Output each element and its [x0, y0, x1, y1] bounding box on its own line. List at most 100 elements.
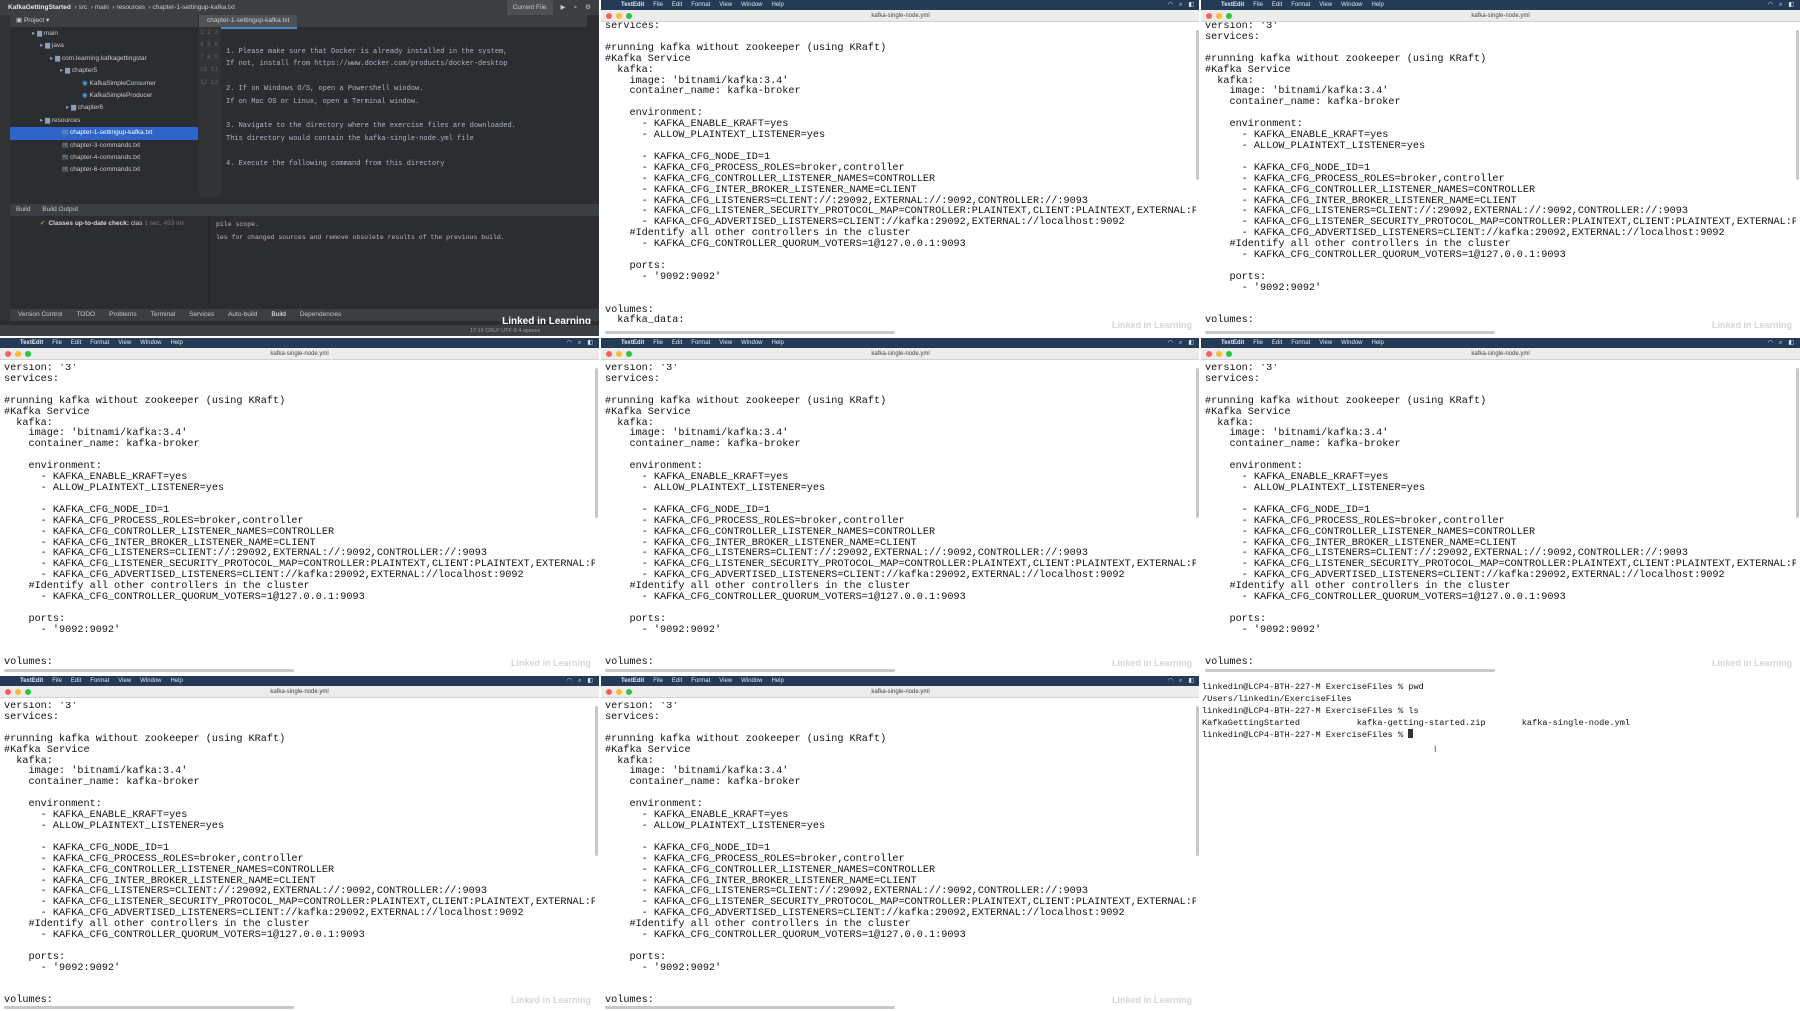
close-icon[interactable]	[1206, 351, 1212, 357]
wifi-icon[interactable]: ◠	[1168, 676, 1173, 686]
menu-file[interactable]: File	[653, 676, 663, 686]
minimize-icon[interactable]	[15, 689, 21, 695]
menu-window[interactable]: Window	[741, 676, 762, 686]
tree-item[interactable]: ▸ ▆ resources	[10, 115, 198, 127]
minimize-icon[interactable]	[616, 689, 622, 695]
tree-item[interactable]: ▤ chapter-3-commands.txt	[10, 140, 198, 152]
project-label[interactable]: Project	[24, 17, 44, 24]
zoom-icon[interactable]	[25, 351, 31, 357]
tree-item[interactable]: ▸ ▆ java	[10, 40, 198, 52]
app-menu[interactable]: TextEdit	[1221, 0, 1244, 10]
menu-help[interactable]: Help	[1372, 0, 1384, 10]
menu-edit[interactable]: Edit	[672, 676, 682, 686]
menu-help[interactable]: Help	[171, 338, 183, 348]
horizontal-scrollbar[interactable]	[1205, 331, 1495, 334]
menu-help[interactable]: Help	[772, 676, 784, 686]
app-menu[interactable]: TextEdit	[621, 338, 644, 348]
menu-edit[interactable]: Edit	[672, 0, 682, 10]
close-icon[interactable]	[606, 689, 612, 695]
close-icon[interactable]	[1206, 13, 1212, 19]
close-icon[interactable]	[5, 351, 11, 357]
bottom-tab-services[interactable]: Services	[189, 309, 214, 321]
menu-help[interactable]: Help	[1372, 338, 1384, 348]
control-center-icon[interactable]: ◧	[1788, 338, 1794, 348]
menu-view[interactable]: View	[719, 0, 732, 10]
control-center-icon[interactable]: ◧	[1188, 0, 1194, 10]
breadcrumb-file[interactable]: chapter-1-settingup-kafka.txt	[153, 4, 235, 11]
gear-icon[interactable]: ⚙	[585, 0, 591, 15]
document-text[interactable]: version: '3' services: #running kafka wi…	[1205, 22, 1796, 328]
document-text[interactable]: services: #running kafka without zookeep…	[605, 22, 1196, 328]
wifi-icon[interactable]: ◠	[567, 676, 572, 686]
document-text[interactable]: version: '3' services: #running kafka wi…	[4, 364, 595, 666]
breadcrumb-main[interactable]: main	[95, 4, 109, 11]
control-center-icon[interactable]: ◧	[1788, 0, 1794, 10]
menu-view[interactable]: View	[118, 338, 131, 348]
wifi-icon[interactable]: ◠	[1168, 0, 1173, 10]
tree-item[interactable]: ◉ KafkaSimpleProducer	[10, 90, 198, 102]
build-tab[interactable]: Build	[16, 206, 30, 213]
search-icon[interactable]: ⌕	[1779, 338, 1782, 348]
menu-help[interactable]: Help	[772, 0, 784, 10]
tree-item[interactable]: ▤ chapter-4-commands.txt	[10, 152, 198, 164]
menu-edit[interactable]: Edit	[71, 676, 81, 686]
wifi-icon[interactable]: ◠	[1768, 0, 1773, 10]
vertical-scrollbar[interactable]	[1796, 30, 1799, 180]
document-text[interactable]: version: '3' services: #running kafka wi…	[605, 702, 1196, 1003]
zoom-icon[interactable]	[1226, 351, 1232, 357]
tree-item[interactable]: ▸ ▆ chapter6	[10, 102, 198, 114]
menu-help[interactable]: Help	[772, 338, 784, 348]
menu-format[interactable]: Format	[1291, 338, 1310, 348]
tree-item[interactable]: ▸ ▆ main	[10, 28, 198, 40]
wifi-icon[interactable]: ◠	[567, 338, 572, 348]
menu-edit[interactable]: Edit	[71, 338, 81, 348]
close-icon[interactable]	[606, 351, 612, 357]
editor-text[interactable]: 1. Please make sure that Docker is alrea…	[226, 46, 583, 196]
menu-view[interactable]: View	[118, 676, 131, 686]
bottom-tab-build[interactable]: Build	[271, 309, 285, 321]
tree-item[interactable]: ◉ KafkaSimpleConsumer	[10, 78, 198, 90]
menu-view[interactable]: View	[1319, 0, 1332, 10]
zoom-icon[interactable]	[1226, 13, 1232, 19]
document-text[interactable]: version: '3' services: #running kafka wi…	[1205, 364, 1796, 666]
menu-window[interactable]: Window	[741, 0, 762, 10]
bottom-tab-dependencies[interactable]: Dependencies	[300, 309, 342, 321]
menu-view[interactable]: View	[719, 676, 732, 686]
menu-edit[interactable]: Edit	[1272, 0, 1282, 10]
menu-format[interactable]: Format	[691, 676, 710, 686]
control-center-icon[interactable]: ◧	[587, 676, 593, 686]
breadcrumb-resources[interactable]: resources	[116, 4, 145, 11]
search-icon[interactable]: ⌕	[578, 676, 581, 686]
document-text[interactable]: version: '3' services: #running kafka wi…	[605, 364, 1196, 666]
menu-file[interactable]: File	[1253, 0, 1263, 10]
minimize-icon[interactable]	[616, 13, 622, 19]
close-icon[interactable]	[606, 13, 612, 19]
menu-file[interactable]: File	[52, 338, 62, 348]
zoom-icon[interactable]	[626, 13, 632, 19]
menu-window[interactable]: Window	[1341, 0, 1362, 10]
minimize-icon[interactable]	[1216, 13, 1222, 19]
terminal-output[interactable]: linkedin@LCP4-BTH-227-M ExerciseFiles % …	[1202, 681, 1796, 741]
vertical-scrollbar[interactable]	[595, 368, 598, 518]
search-icon[interactable]: ⌕	[1179, 338, 1182, 348]
horizontal-scrollbar[interactable]	[605, 669, 895, 672]
app-menu[interactable]: TextEdit	[621, 676, 644, 686]
menu-edit[interactable]: Edit	[1272, 338, 1282, 348]
menu-format[interactable]: Format	[691, 338, 710, 348]
vertical-scrollbar[interactable]	[595, 706, 598, 856]
bottom-tab-auto-build[interactable]: Auto-build	[228, 309, 257, 321]
bottom-tab-problems[interactable]: Problems	[109, 309, 136, 321]
build-output-tab[interactable]: Build Output	[42, 206, 78, 213]
menu-format[interactable]: Format	[691, 0, 710, 10]
menu-window[interactable]: Window	[1341, 338, 1362, 348]
search-icon[interactable]: ⌕	[1179, 0, 1182, 10]
app-menu[interactable]: TextEdit	[20, 338, 43, 348]
control-center-icon[interactable]: ◧	[587, 338, 593, 348]
bottom-tab-todo[interactable]: TODO	[76, 309, 95, 321]
run-icon[interactable]: ▶	[561, 0, 566, 15]
wifi-icon[interactable]: ◠	[1168, 338, 1173, 348]
menu-window[interactable]: Window	[140, 676, 161, 686]
control-center-icon[interactable]: ◧	[1188, 338, 1194, 348]
search-icon[interactable]: ⌕	[1179, 676, 1182, 686]
control-center-icon[interactable]: ◧	[1188, 676, 1194, 686]
